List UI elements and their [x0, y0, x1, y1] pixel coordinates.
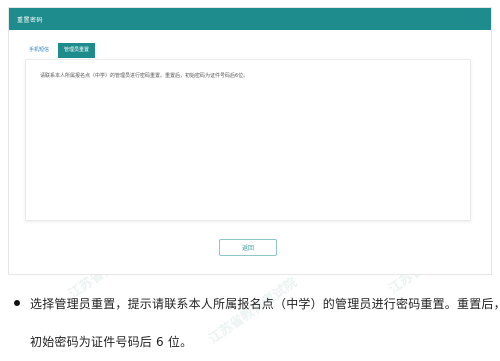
tab-admin-reset[interactable]: 管理员重置: [58, 43, 96, 58]
reset-method-tabs: 手机短信 管理员重置: [23, 43, 96, 58]
dialog-title: 重置密码: [17, 16, 44, 24]
caption-line-1: 选择管理员重置，提示请联系本人所属报名点（中学）的管理员进行密码重置。重置后，: [30, 297, 500, 311]
bullet-icon: [14, 300, 20, 306]
caption-line-2: 初始密码为证件号码后 6 位。: [30, 335, 193, 349]
dialog-header: 重置密码: [9, 8, 491, 30]
back-button[interactable]: 返回: [219, 239, 277, 256]
tab-sms[interactable]: 手机短信: [23, 43, 55, 58]
page: 江苏省教育考试院 江苏省教育考试院 江苏省教育考试院 江苏省教育考试院 江苏省教…: [0, 0, 500, 361]
admin-reset-notice: 请联系本人所属报名点（中学）的管理员进行密码重置。重置后，初始密码为证件号码后6…: [40, 73, 249, 79]
tab-content-panel: 请联系本人所属报名点（中学）的管理员进行密码重置。重置后，初始密码为证件号码后6…: [25, 59, 471, 221]
